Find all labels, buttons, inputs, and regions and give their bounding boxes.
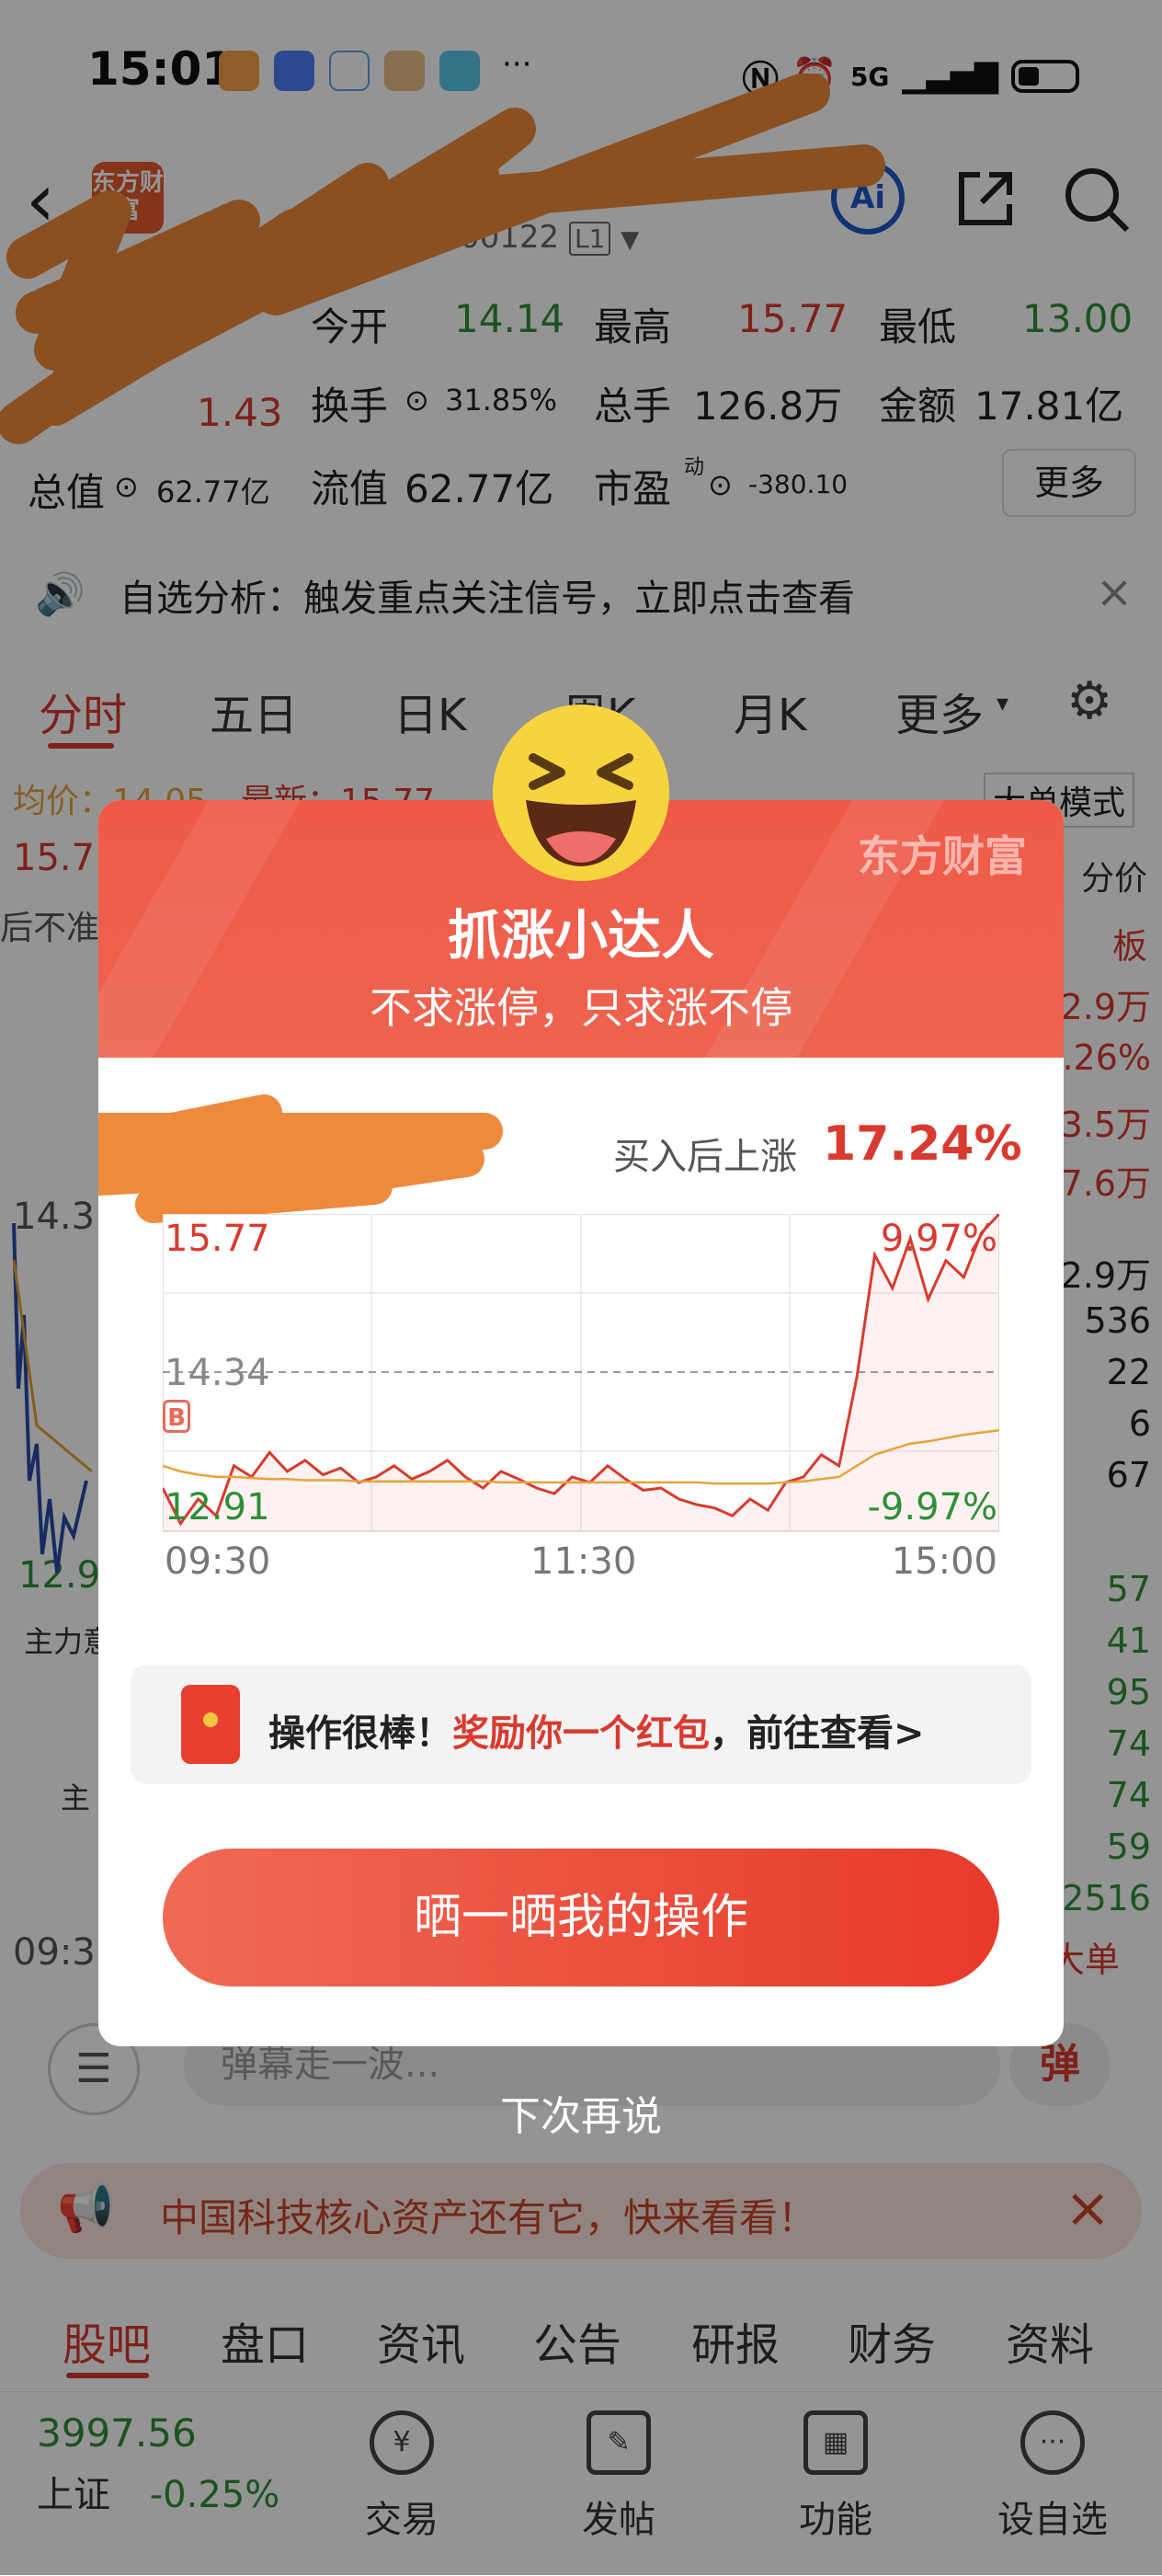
share-operation-button[interactable]: 晒一晒我的操作: [163, 1849, 999, 1986]
redaction-scribble: [98, 1094, 503, 1223]
modal-brand: 东方财富: [858, 831, 1027, 881]
gain-value: 17.24%: [823, 1116, 1022, 1172]
x-tick-label: 11:30: [530, 1540, 637, 1583]
laughing-emoji-icon: [493, 704, 669, 881]
reward-card[interactable]: 操作很棒！奖励你一个红包，前往查看>: [131, 1665, 1031, 1784]
pct-min-label: -9.97%: [867, 1486, 997, 1528]
x-tick-label: 15:00: [891, 1540, 997, 1583]
buy-marker: B: [163, 1400, 190, 1433]
reward-highlight: 奖励你一个红包: [452, 1712, 710, 1755]
gain-label: 买入后上涨: [613, 1136, 797, 1178]
y-min-label: 12.91: [165, 1486, 270, 1528]
modal-title: 抓涨小达人: [447, 904, 714, 967]
y-max-label: 15.77: [165, 1218, 270, 1260]
achievement-modal: 东方财富 抓涨小达人 不求涨停，只求涨不停 买入后上涨 17.24% 15.77…: [98, 800, 1064, 2046]
dismiss-later-link[interactable]: 下次再说: [0, 2083, 1162, 2142]
y-mid-label: 14.34: [165, 1352, 270, 1394]
x-tick-label: 09:30: [165, 1540, 271, 1583]
red-packet-icon: [181, 1685, 240, 1764]
reward-prefix: 操作很棒！: [268, 1712, 452, 1755]
intraday-mini-chart: 15.77 14.34 12.91 9.97% -9.97% 09:30 11:…: [163, 1214, 999, 1583]
pct-max-label: 9.97%: [880, 1218, 997, 1260]
reward-suffix: ，前往查看>: [710, 1712, 925, 1755]
modal-subtitle: 不求涨停，只求涨不停: [370, 983, 792, 1033]
reward-text[interactable]: 操作很棒！奖励你一个红包，前往查看>: [268, 1703, 925, 1757]
